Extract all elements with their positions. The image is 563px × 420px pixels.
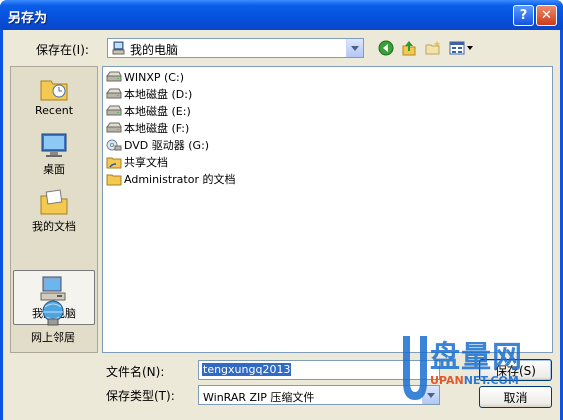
place-label: 桌面 (43, 163, 65, 176)
list-item[interactable]: 本地磁盘 (F:) (106, 120, 189, 136)
filetype-dropdown-button[interactable] (422, 386, 439, 404)
drive-icon (106, 105, 122, 116)
up-folder-icon (402, 41, 416, 56)
help-icon: ? (519, 8, 528, 23)
close-icon: ✕ (541, 8, 552, 23)
place-desktop[interactable]: 桌面 (13, 127, 95, 182)
my-computer-icon (112, 41, 125, 55)
shared-folder-icon (106, 157, 122, 169)
place-label: 我的文档 (32, 220, 76, 233)
drive-icon (106, 71, 122, 82)
window-title: 另存为 (8, 11, 48, 26)
chevron-down-icon (351, 45, 359, 51)
place-label: 网上邻居 (31, 331, 75, 344)
list-item[interactable]: 本地磁盘 (E:) (106, 103, 191, 119)
views-menu-button[interactable] (448, 39, 474, 57)
list-item[interactable]: DVD 驱动器 (G:) (106, 137, 209, 153)
filetype-combo[interactable]: WinRAR ZIP 压缩文件 (198, 385, 440, 405)
network-places-icon (42, 300, 64, 326)
back-icon (378, 40, 394, 56)
new-folder-button[interactable] (423, 39, 443, 57)
chevron-down-icon (427, 392, 435, 398)
filename-value: tengxungq2013 (202, 363, 292, 376)
drive-icon (106, 122, 122, 133)
folder-icon (106, 174, 122, 186)
desktop-icon (41, 133, 67, 157)
save-as-dialog: 另存为 ? ✕ 保存在(I): 我的电脑 Recent 桌面 我的文档 网上邻居… (0, 0, 563, 420)
my-documents-icon (40, 189, 68, 215)
save-button[interactable]: 保存(S) (479, 359, 552, 381)
file-list[interactable]: WINXP (C:) 本地磁盘 (D:) 本地磁盘 (E:) 本地磁盘 (F:)… (102, 66, 553, 353)
dvd-drive-icon (106, 139, 122, 151)
views-menu-icon (449, 41, 473, 55)
list-item[interactable]: WINXP (C:) (106, 69, 184, 85)
up-folder-button[interactable] (399, 39, 419, 57)
list-item[interactable]: 本地磁盘 (D:) (106, 86, 192, 102)
drive-icon (106, 88, 122, 99)
list-item[interactable]: Administrator 的文档 (106, 171, 235, 187)
dialog-client: 保存在(I): 我的电脑 Recent 桌面 我的文档 网上邻居 WINXP (… (3, 30, 560, 420)
save-in-combo[interactable]: 我的电脑 (107, 38, 364, 58)
filename-label: 文件名(N): (106, 365, 165, 379)
filetype-value: WinRAR ZIP 压缩文件 (203, 391, 315, 404)
place-label: Recent (34, 104, 74, 117)
back-button[interactable] (376, 39, 396, 57)
close-button[interactable]: ✕ (536, 5, 557, 26)
recent-folder-icon (40, 80, 68, 101)
place-recent[interactable]: Recent (13, 70, 95, 125)
list-item[interactable]: 共享文档 (106, 154, 168, 170)
save-in-dropdown-button[interactable] (346, 39, 363, 57)
filename-input[interactable]: tengxungq2013 (198, 360, 440, 380)
save-in-value: 我的电脑 (130, 43, 179, 57)
cancel-button[interactable]: 取消 (479, 386, 552, 408)
new-folder-icon (425, 41, 440, 55)
filetype-label: 保存类型(T): (106, 389, 175, 403)
help-button[interactable]: ? (513, 5, 534, 26)
save-in-label: 保存在(I): (36, 43, 89, 57)
place-network-places[interactable]: 网上邻居 (12, 295, 94, 355)
place-my-documents[interactable]: 我的文档 (13, 184, 95, 239)
title-bar[interactable]: 另存为 ? ✕ (0, 0, 563, 30)
